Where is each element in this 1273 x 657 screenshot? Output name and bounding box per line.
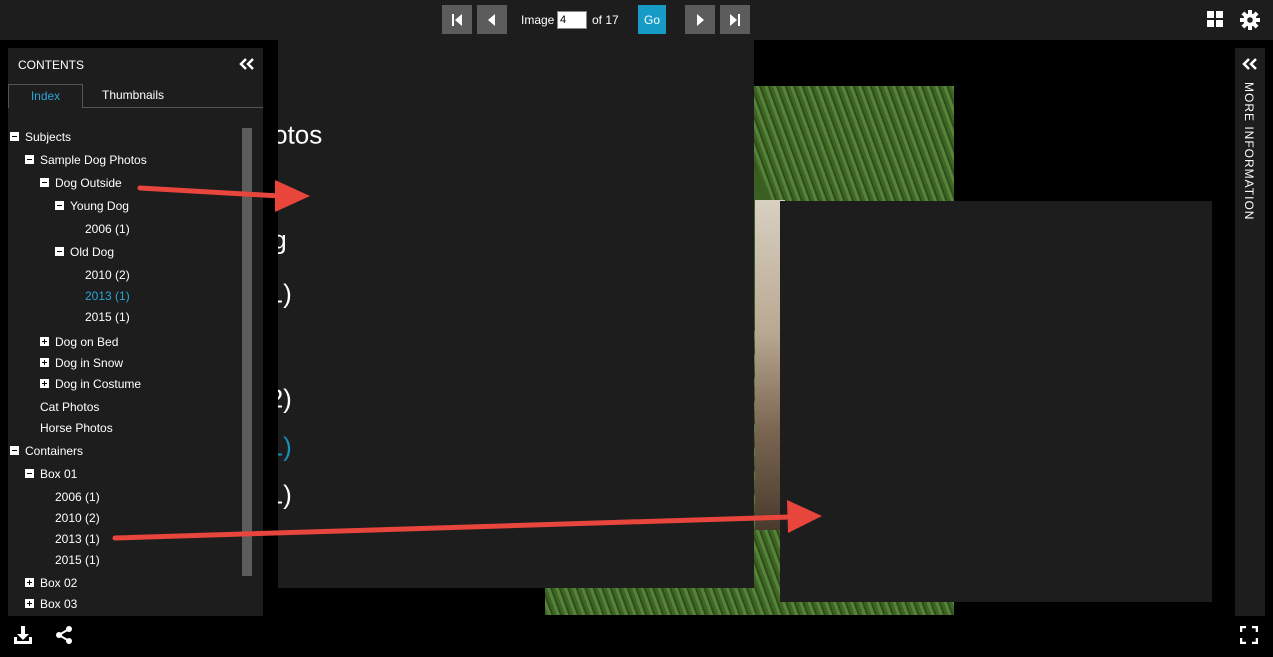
arrow-to-containers (112, 500, 822, 541)
double-chevron-left-icon (1242, 58, 1257, 70)
arrow-to-subjects (137, 180, 310, 212)
download-icon (14, 626, 32, 644)
fullscreen-icon (1239, 625, 1259, 645)
download-button[interactable] (13, 625, 33, 650)
fullscreen-button[interactable] (1239, 625, 1259, 649)
more-information-label: MORE INFORMATION (1242, 82, 1256, 221)
expand-info-button[interactable] (1241, 57, 1259, 76)
callout-arrows (112, 180, 822, 541)
share-button[interactable] (54, 625, 74, 650)
share-icon (56, 626, 72, 644)
